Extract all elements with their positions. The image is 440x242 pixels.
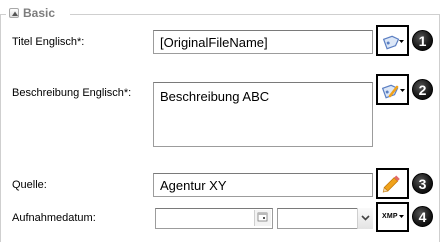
date-picker-button[interactable] [254,210,271,226]
source-input[interactable]: Agentur XY [153,173,373,197]
pencil-icon [382,175,400,193]
section-divider [70,14,440,15]
xmp-menu-button[interactable]: XMP [376,202,409,232]
title-english-input[interactable]: [OriginalFileName] [153,30,373,54]
step-badge-2: 2 [412,79,433,100]
step-badge-3: 3 [412,173,433,194]
tag-edit-dropdown-icon [381,84,405,99]
title-english-label: Titel Englisch*: [12,36,85,48]
tag-menu-button[interactable] [376,25,409,56]
capture-date-label: Aufnahmedatum: [12,212,96,224]
step-badge-4: 4 [412,206,433,227]
triangle-up-icon [12,11,18,16]
description-english-textarea[interactable]: Beschreibung ABC [153,82,373,147]
collapse-section-button[interactable] [9,8,19,18]
section-border [0,14,1,242]
tag-dropdown-icon [382,35,404,50]
chevron-down-icon [399,215,404,218]
step-badge-1: 1 [412,30,433,51]
section-title: Basic [23,6,56,20]
description-english-label: Beschreibung Englisch*: [12,87,132,99]
chevron-down-icon [361,215,370,221]
calendar-icon [257,212,268,222]
tag-edit-menu-button[interactable] [376,74,409,105]
time-select-arrow[interactable] [357,208,373,229]
source-label: Quelle: [12,179,47,191]
pencil-edit-button[interactable] [376,168,409,199]
